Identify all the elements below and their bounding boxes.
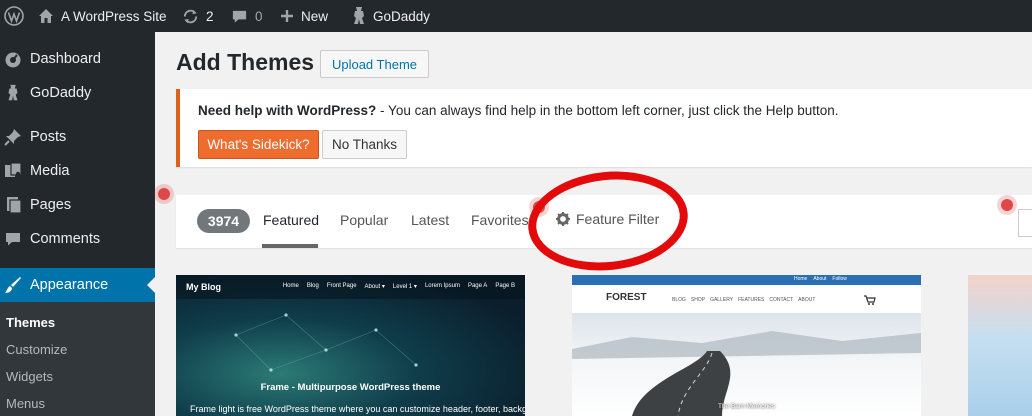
- sidekick-notice: Need help with WordPress? - You can alwa…: [176, 89, 1032, 167]
- tab-latest[interactable]: Latest: [411, 212, 449, 228]
- new-content-link[interactable]: New: [280, 0, 328, 32]
- preview-nav-item: Front Page: [326, 283, 357, 289]
- search-themes-input[interactable]: [1018, 209, 1032, 237]
- tab-popular[interactable]: Popular: [340, 212, 388, 228]
- tab-favorites[interactable]: Favorites: [471, 212, 529, 228]
- media-icon: [5, 162, 22, 177]
- wordpress-logo-icon[interactable]: [4, 0, 24, 32]
- preview-nav-item: Blog: [306, 283, 319, 289]
- road-graphic: [572, 331, 921, 416]
- sidebar-item-comments[interactable]: Comments: [0, 222, 155, 256]
- notice-text: Need help with WordPress? - You can alwa…: [198, 103, 839, 118]
- updates-link[interactable]: 2: [182, 0, 214, 32]
- sidebar-item-posts[interactable]: Posts: [0, 120, 155, 154]
- admin-sidebar: Dashboard GoDaddy Posts Media Pages Comm…: [0, 32, 155, 416]
- theme-count-badge: 3974: [197, 209, 250, 233]
- godaddy-icon: [354, 7, 364, 24]
- preview-nav-item: Level 1 ▾: [392, 284, 417, 290]
- page-title: Add Themes: [176, 49, 315, 75]
- dashboard-icon: [5, 52, 21, 68]
- comment-icon: [232, 10, 247, 23]
- submenu-item-customize[interactable]: Customize: [6, 342, 67, 357]
- brush-icon: [5, 277, 21, 293]
- theme-preview-caption: The Barn Memories: [717, 403, 776, 410]
- theme-preview-description: Frame light is free WordPress theme wher…: [190, 404, 525, 414]
- notice-bold-text: Need help with WordPress?: [198, 103, 377, 118]
- godaddy-icon: [8, 84, 18, 101]
- preview-nav-item: Home: [282, 283, 299, 289]
- notice-body-text: - You can always find help in the bottom…: [376, 103, 839, 118]
- preview-top-link: About: [813, 276, 827, 282]
- sidebar-item-pages[interactable]: Pages: [0, 188, 155, 222]
- theme-preview-logo: FOREST: [606, 292, 647, 303]
- sidebar-item-dashboard[interactable]: Dashboard: [0, 42, 155, 76]
- appearance-submenu: Themes Customize Widgets Menus: [0, 302, 155, 416]
- updates-icon: [183, 9, 198, 23]
- sidebar-item-media[interactable]: Media: [0, 154, 155, 188]
- theme-preview-header: My Blog Home Blog Front Page About ▾ Lev…: [176, 275, 525, 299]
- site-name-label: A WordPress Site: [61, 8, 167, 24]
- theme-preview-header: FOREST BLOG SHOP GALLERY FEATURES CONTAC…: [572, 285, 921, 313]
- preview-nav-item: FEATURES: [738, 297, 765, 303]
- theme-card[interactable]: My Blog Home Blog Front Page About ▾ Lev…: [176, 275, 525, 416]
- preview-nav-item: BLOG: [672, 297, 686, 303]
- submenu-item-widgets[interactable]: Widgets: [6, 369, 53, 384]
- highlight-annotation-circle: [523, 163, 693, 279]
- current-tab-indicator: [262, 244, 318, 248]
- no-thanks-button[interactable]: No Thanks: [322, 130, 407, 159]
- sidekick-hint-icon[interactable]: [997, 195, 1017, 215]
- upload-theme-button[interactable]: Upload Theme: [320, 50, 429, 78]
- preview-top-link: Follow: [832, 276, 847, 282]
- sidebar-item-label: Media: [30, 163, 70, 179]
- pin-icon: [4, 129, 21, 146]
- sidebar-item-label: Dashboard: [30, 51, 101, 67]
- theme-preview-top-links: Home About Follow: [794, 276, 847, 282]
- whats-sidekick-button[interactable]: What's Sidekick?: [198, 130, 319, 159]
- sidebar-item-appearance[interactable]: Appearance: [0, 268, 155, 302]
- sidebar-item-label: GoDaddy: [30, 85, 92, 101]
- site-name-link[interactable]: A WordPress Site: [38, 0, 167, 32]
- theme-preview-topbar: Home About Follow: [572, 275, 921, 285]
- cart-icon: [864, 295, 876, 305]
- theme-preview-site-name: My Blog: [186, 282, 221, 292]
- admin-bar: A WordPress Site 2 0 New GoDaddy: [0, 0, 1032, 32]
- pages-icon: [7, 197, 22, 214]
- preview-nav-item: Lorem Ipsum: [424, 283, 460, 289]
- comment-icon: [6, 233, 20, 246]
- theme-preview-title: Frame - Multipurpose WordPress theme: [260, 382, 441, 393]
- preview-nav-item: GALLERY: [710, 297, 734, 303]
- submenu-item-themes[interactable]: Themes: [6, 315, 55, 330]
- updates-count: 2: [206, 8, 214, 24]
- sidebar-item-label: Comments: [30, 231, 101, 247]
- preview-nav-item: ABOUT: [798, 297, 816, 303]
- new-label: New: [301, 8, 329, 24]
- godaddy-label: GoDaddy: [373, 8, 431, 24]
- sidebar-item-label: Pages: [30, 197, 72, 213]
- submenu-item-menus[interactable]: Menus: [6, 396, 45, 411]
- sidebar-item-label: Posts: [30, 129, 67, 145]
- preview-top-link: Home: [794, 276, 808, 282]
- preview-nav-item: CONTACT: [769, 297, 794, 303]
- preview-nav-item: Page A: [467, 283, 488, 289]
- comments-link[interactable]: 0: [231, 0, 263, 32]
- preview-nav-item: About ▾: [364, 284, 385, 290]
- comments-count: 0: [255, 8, 263, 24]
- sidekick-hint-icon[interactable]: [154, 184, 174, 204]
- plus-icon: [281, 10, 293, 22]
- theme-preview-nav: Home Blog Front Page About ▾ Level 1 ▾ L…: [283, 283, 515, 290]
- theme-preview-nav: BLOG SHOP GALLERY FEATURES CONTACT ABOUT: [672, 297, 815, 303]
- sidebar-item-label: Appearance: [30, 277, 109, 293]
- theme-card[interactable]: Home About Follow FOREST BLOG SHOP GALLE…: [572, 275, 921, 416]
- home-icon: [39, 9, 53, 23]
- sidebar-item-godaddy[interactable]: GoDaddy: [0, 76, 155, 110]
- godaddy-link[interactable]: GoDaddy: [352, 0, 430, 32]
- preview-nav-item: SHOP: [690, 297, 706, 303]
- theme-preview-image: [572, 313, 921, 416]
- preview-nav-item: Page B: [495, 283, 515, 289]
- tab-featured[interactable]: Featured: [263, 212, 319, 228]
- theme-card[interactable]: [968, 275, 1032, 416]
